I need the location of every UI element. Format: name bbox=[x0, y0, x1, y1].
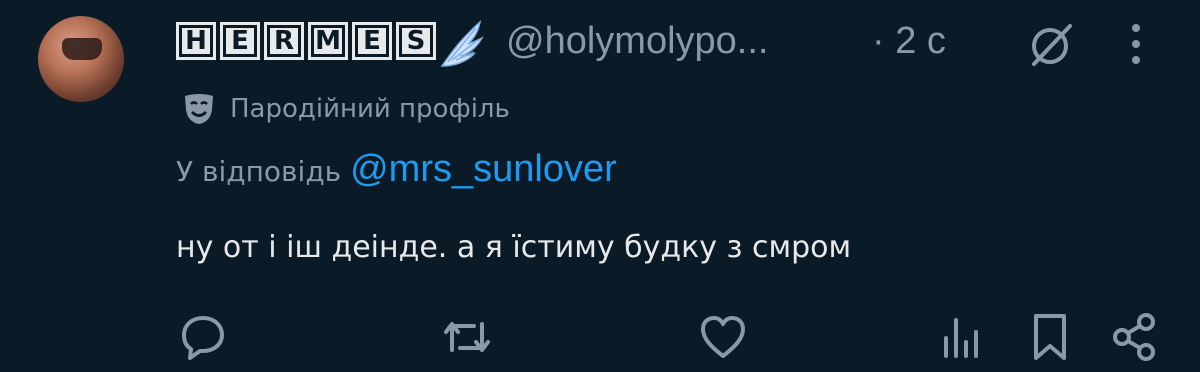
heart-icon[interactable] bbox=[698, 312, 748, 362]
share-icon[interactable] bbox=[1110, 312, 1160, 362]
name-letter: E bbox=[220, 22, 260, 60]
name-letter: E bbox=[352, 22, 392, 60]
display-name[interactable]: H E R M E S bbox=[176, 22, 436, 60]
reply-prefix: У відповідь bbox=[176, 155, 342, 188]
theater-mask-icon bbox=[182, 92, 216, 126]
wing-icon bbox=[438, 18, 484, 70]
avatar[interactable] bbox=[38, 16, 124, 102]
retweet-icon[interactable] bbox=[442, 312, 492, 362]
user-handle[interactable]: @holymolypo... bbox=[506, 20, 768, 63]
parody-badge: Пародійний профіль bbox=[182, 92, 510, 126]
grok-icon[interactable] bbox=[1026, 20, 1076, 70]
bar-chart-icon[interactable] bbox=[940, 312, 980, 362]
reply-mention-link[interactable]: @mrs_sunlover bbox=[350, 148, 617, 190]
parody-label: Пародійний профіль bbox=[230, 94, 510, 124]
reply-context: У відповідь @mrs_sunlover bbox=[176, 148, 617, 191]
name-letter: H bbox=[176, 22, 216, 60]
tweet-header: H E R M E S @holymolypo... · 2 с bbox=[176, 18, 1156, 68]
more-vertical-icon[interactable] bbox=[1126, 22, 1146, 66]
tweet-time[interactable]: · 2 с bbox=[872, 20, 946, 63]
action-bar bbox=[0, 312, 1200, 362]
name-letter: R bbox=[264, 22, 304, 60]
name-letter: M bbox=[308, 22, 348, 60]
tweet-text: ну от і іш деінде. а я їстиму будку з см… bbox=[176, 230, 852, 265]
name-letter: S bbox=[396, 22, 436, 60]
comment-icon[interactable] bbox=[178, 312, 228, 362]
bookmark-icon[interactable] bbox=[1030, 312, 1070, 362]
